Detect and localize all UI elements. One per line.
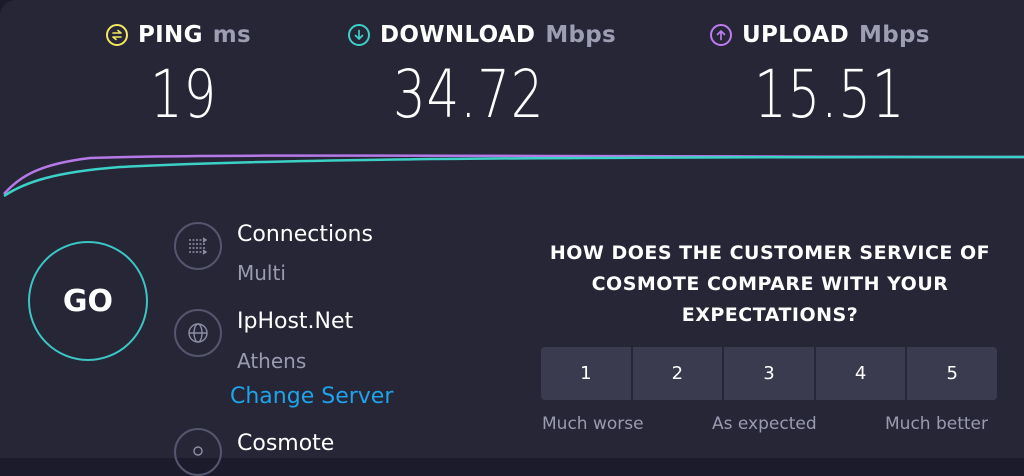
server-name: IpHost.Net [237, 309, 354, 334]
survey-question-line1: HOW DOES THE CUSTOMER SERVICE OF [549, 242, 991, 264]
provider-name: Cosmote [237, 431, 335, 456]
go-label: GO [62, 283, 114, 319]
connections-icon [174, 222, 222, 270]
download-arrow-icon [348, 24, 370, 46]
ping-unit: ms [212, 22, 252, 48]
survey-question-line3: EXPECTATIONS? [681, 304, 859, 326]
globe-icon [174, 309, 222, 357]
go-button[interactable]: GO [28, 241, 148, 361]
ping-value: 19 [150, 56, 218, 133]
change-server-link[interactable]: Change Server [230, 384, 393, 409]
upload-speed-line [3, 154, 1024, 195]
connections-title: Connections [237, 222, 373, 247]
download-speed-line [3, 155, 1024, 198]
download-metric: DOWNLOAD Mbps [348, 22, 616, 48]
speed-graph [3, 154, 1024, 198]
ping-header: PING ms [106, 22, 251, 48]
upload-metric: UPLOAD Mbps [710, 22, 930, 48]
survey-question: HOW DOES THE CUSTOMER SERVICE OF COSMOTE… [540, 238, 1000, 331]
survey-question-line2: COSMOTE COMPARE WITH YOUR [591, 273, 949, 295]
user-icon [174, 428, 222, 476]
rating-button-1[interactable]: 1 [541, 347, 631, 400]
ping-label: PING [138, 22, 203, 48]
upload-header: UPLOAD Mbps [710, 22, 930, 48]
ping-metric: PING ms [106, 22, 251, 48]
rating-button-4[interactable]: 4 [815, 347, 906, 400]
download-value: 34.72 [393, 56, 545, 133]
download-unit: Mbps [545, 22, 617, 48]
ping-icon [106, 24, 128, 46]
scale-high-label: Much better [885, 414, 988, 434]
rating-button-2[interactable]: 2 [632, 347, 723, 400]
download-header: DOWNLOAD Mbps [348, 22, 616, 48]
rating-options: 1 2 3 4 5 [541, 347, 997, 400]
rating-button-3[interactable]: 3 [724, 347, 814, 400]
download-label: DOWNLOAD [380, 22, 536, 48]
upload-label: UPLOAD [742, 22, 849, 48]
upload-unit: Mbps [859, 22, 930, 48]
upload-arrow-icon [710, 24, 732, 46]
upload-value: 15.51 [754, 56, 906, 133]
scale-low-label: Much worse [542, 414, 644, 434]
scale-mid-label: As expected [712, 414, 817, 434]
speedtest-panel: PING ms 19 DOWNLOAD Mbps 34.72 UPLOAD Mb… [0, 0, 1024, 476]
server-location: Athens [237, 349, 307, 373]
rating-button-5[interactable]: 5 [907, 347, 997, 400]
connections-mode[interactable]: Multi [237, 261, 286, 285]
